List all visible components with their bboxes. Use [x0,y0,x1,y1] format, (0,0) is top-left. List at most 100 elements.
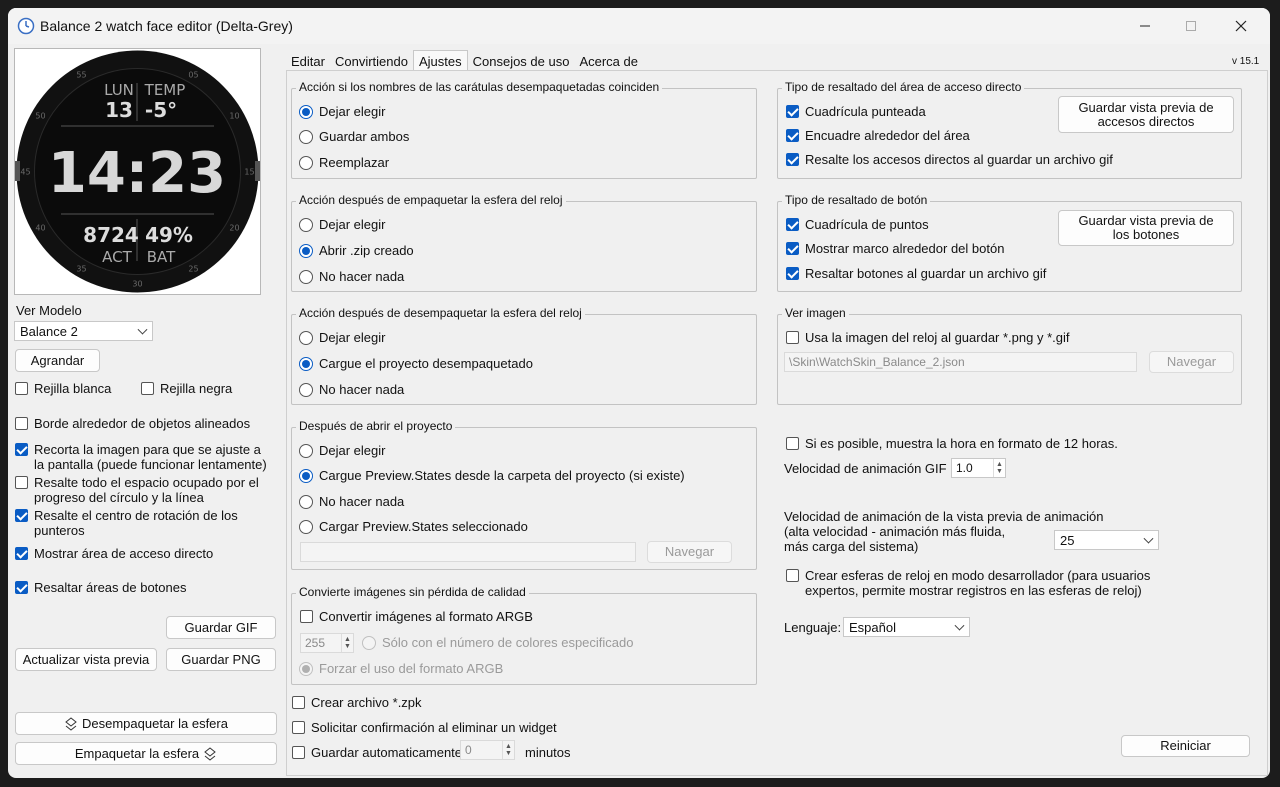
checkbox-box[interactable] [786,218,799,231]
preview-states-path[interactable] [300,542,636,562]
crop-image-checkbox[interactable]: Recorta la imagen para que se ajuste a l… [15,442,270,472]
save-png-button[interactable]: Guardar PNG [166,648,276,671]
tab-consejos[interactable]: Consejos de uso [468,52,575,71]
checkbox-box[interactable] [786,242,799,255]
confirm-delete-checkbox[interactable]: Solicitar confirmación al eliminar un wi… [292,720,557,735]
white-grid-checkbox[interactable]: Rejilla blanca [15,381,111,396]
g4-option-3[interactable]: Cargar Preview.States seleccionado [299,519,528,534]
create-zpk-checkbox[interactable]: Crear archivo *.zpk [292,695,422,710]
tab-acerca[interactable]: Acerca de [574,52,643,71]
checkbox-box[interactable] [15,382,28,395]
g4-option-2[interactable]: No hacer nada [299,494,404,509]
checkbox-box[interactable] [786,437,799,450]
radio-dot[interactable] [299,356,313,371]
checkbox-box[interactable] [292,746,305,759]
radio-dot[interactable] [299,661,313,676]
highlight-shortcuts-gif-checkbox[interactable]: Resalte los accesos directos al guardar … [786,152,1113,167]
twelve-hour-checkbox[interactable]: Si es posible, muestra la hora en format… [786,436,1118,451]
radio-dot[interactable] [299,155,313,170]
convert-argb-checkbox[interactable]: Convertir imágenes al formato ARGB [300,609,533,624]
checkbox-box[interactable] [292,721,305,734]
developer-mode-checkbox[interactable]: Crear esferas de reloj en modo desarroll… [786,568,1206,598]
g4-option-0[interactable]: Dejar elegir [299,443,385,458]
model-select[interactable]: Balance 2 [14,321,153,341]
g3-option-2[interactable]: No hacer nada [299,382,404,397]
minimize-button[interactable] [1122,8,1168,44]
show-shortcut-area-checkbox[interactable]: Mostrar área de acceso directo [15,546,213,561]
radio-dot[interactable] [362,635,376,650]
black-grid-checkbox[interactable]: Rejilla negra [141,381,232,396]
g1-option-2[interactable]: Reemplazar [299,155,389,170]
radio-dot[interactable] [299,129,313,144]
checkbox-box[interactable] [15,476,28,489]
close-button[interactable] [1218,8,1264,44]
frame-area-checkbox[interactable]: Encuadre alrededor del área [786,128,970,143]
unpack-button[interactable]: Desempaquetar la esfera [15,712,277,735]
language-select[interactable]: Español [843,617,970,637]
radio-dot[interactable] [299,330,313,345]
use-watch-image-label: Usa la imagen del reloj al guardar *.png… [805,330,1070,345]
checkbox-box[interactable] [786,105,799,118]
force-argb-radio[interactable]: Forzar el uso del formato ARGB [299,661,503,676]
dot-grid-checkbox[interactable]: Cuadrícula de puntos [786,217,929,232]
gif-speed-input[interactable]: 1.0 ▲ ▼ [951,458,1006,478]
pack-button[interactable]: Empaquetar la esfera [15,742,277,765]
g4-option-1[interactable]: Cargue Preview.States desde la carpeta d… [299,468,685,483]
radio-dot[interactable] [299,519,313,534]
checkbox-box[interactable] [786,129,799,142]
g1-option-0[interactable]: Dejar elegir [299,104,385,119]
checkbox-box[interactable] [15,417,28,430]
autosave-minutes-input[interactable]: 0 ▲ ▼ [460,740,515,760]
radio-dot[interactable] [299,468,313,483]
use-watch-image-checkbox[interactable]: Usa la imagen del reloj al guardar *.png… [786,330,1069,345]
save-shortcut-preview-button[interactable]: Guardar vista previa de accesos directos [1058,96,1234,133]
save-button-preview-button[interactable]: Guardar vista previa de los botones [1058,210,1234,246]
g2-option-1[interactable]: Abrir .zip creado [299,243,414,258]
radio-dot[interactable] [299,443,313,458]
save-gif-button[interactable]: Guardar GIF [166,616,276,639]
g1-option-1[interactable]: Guardar ambos [299,129,409,144]
border-aligned-checkbox[interactable]: Borde alrededor de objetos alineados [15,416,250,431]
frame-button-checkbox[interactable]: Mostrar marco alrededor del botón [786,241,1004,256]
g2-option-0[interactable]: Dejar elegir [299,217,385,232]
tab-ajustes[interactable]: Ajustes [412,50,468,71]
checkbox-box[interactable] [292,696,305,709]
zoom-button[interactable]: Agrandar [15,349,100,372]
dotted-grid-checkbox[interactable]: Cuadrícula punteada [786,104,926,119]
highlight-buttons-checkbox[interactable]: Resaltar áreas de botones [15,580,186,595]
checkbox-box[interactable] [786,331,799,344]
radio-dot[interactable] [299,217,313,232]
update-preview-button[interactable]: Actualizar vista previa [15,648,157,671]
checkbox-box[interactable] [786,267,799,280]
g4-navigate-button[interactable]: Navegar [647,541,732,563]
checkbox-box[interactable] [786,153,799,166]
radio-dot[interactable] [299,382,313,397]
g3-option-0[interactable]: Dejar elegir [299,330,385,345]
maximize-button[interactable] [1168,8,1214,44]
tab-convirtiendo[interactable]: Convirtiendo [330,52,413,71]
anim-speed-select[interactable]: 25 [1054,530,1159,550]
g8-navigate-button[interactable]: Navegar [1149,351,1234,373]
checkbox-box[interactable] [15,547,28,560]
only-colors-radio[interactable]: Sólo con el número de colores especifica… [362,635,633,650]
color-count-input[interactable]: 255 ▲ ▼ [300,633,354,653]
radio-dot[interactable] [299,269,313,284]
checkbox-box[interactable] [15,509,28,522]
reset-button[interactable]: Reiniciar [1121,735,1250,757]
radio-dot[interactable] [299,104,313,119]
highlight-center-checkbox[interactable]: Resalte el centro de rotación de los pun… [15,508,255,538]
checkbox-box[interactable] [141,382,154,395]
radio-dot[interactable] [299,243,313,258]
checkbox-box[interactable] [786,569,799,582]
checkbox-box[interactable] [300,610,313,623]
radio-dot[interactable] [299,494,313,509]
checkbox-box[interactable] [15,443,28,456]
autosave-checkbox[interactable]: Guardar automaticamente [292,745,462,760]
watch-image-path[interactable]: \Skin\WatchSkin_Balance_2.json [784,352,1137,372]
tab-editar[interactable]: Editar [286,52,330,71]
checkbox-box[interactable] [15,581,28,594]
highlight-buttons-gif-checkbox[interactable]: Resaltar botones al guardar un archivo g… [786,266,1046,281]
g2-option-2[interactable]: No hacer nada [299,269,404,284]
highlight-space-checkbox[interactable]: Resalte todo el espacio ocupado por el p… [15,475,270,505]
g3-option-1[interactable]: Cargue el proyecto desempaquetado [299,356,533,371]
